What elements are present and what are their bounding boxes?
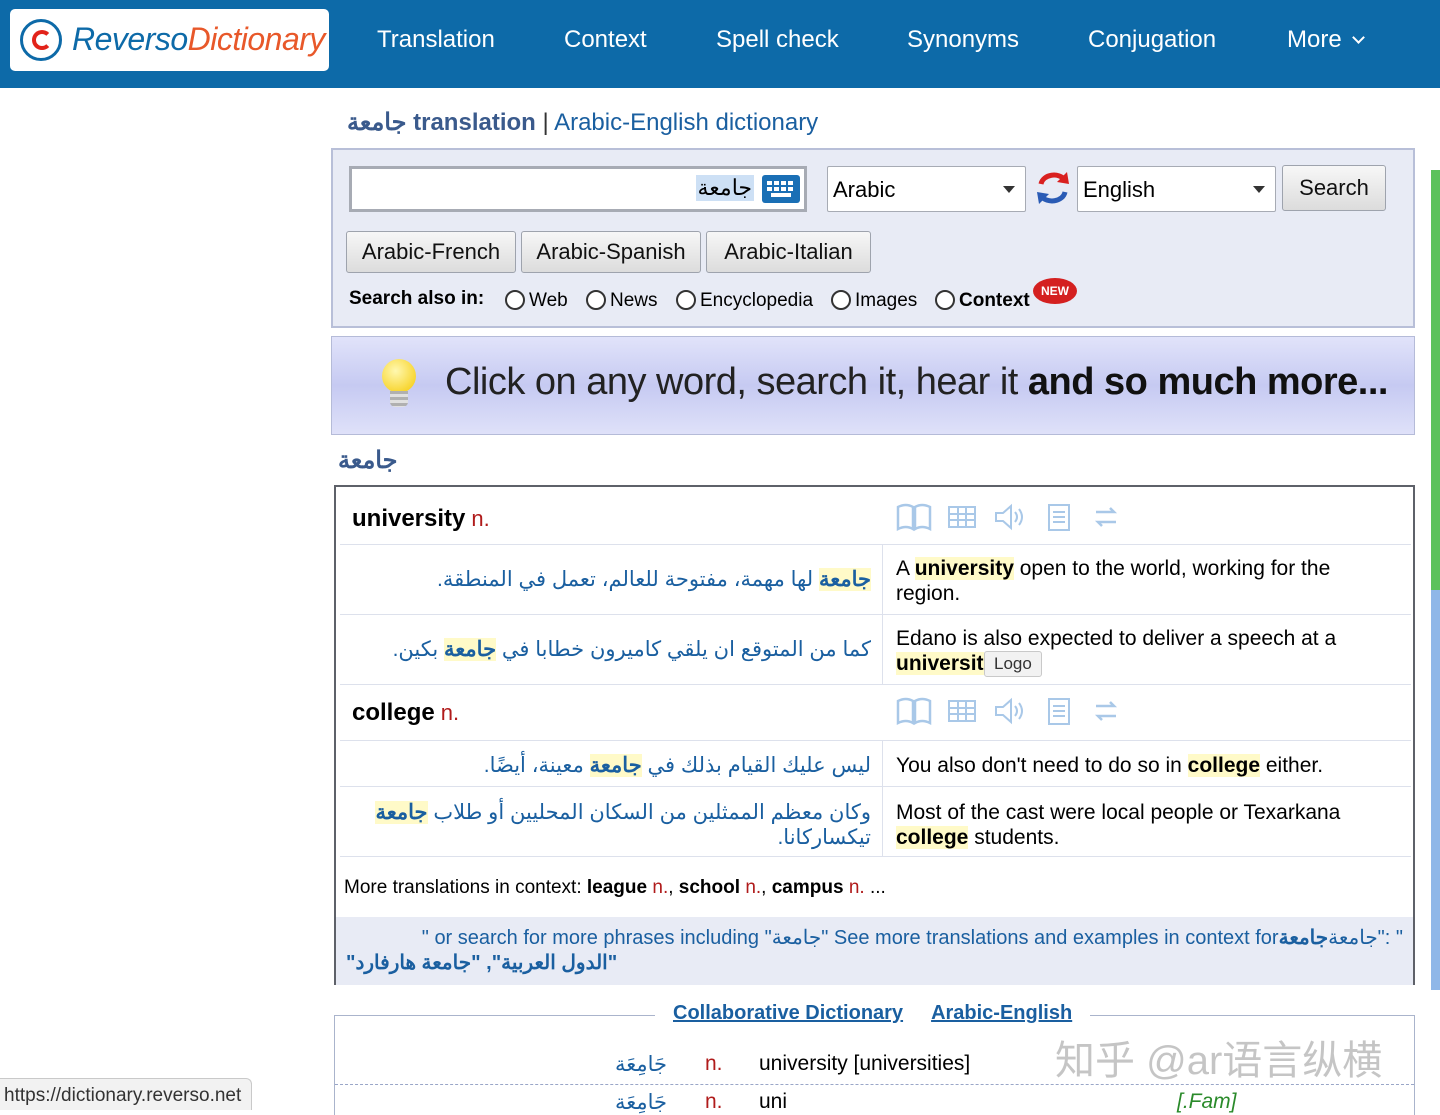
english-example[interactable]: Most of the cast were local people or Te… xyxy=(896,800,1366,850)
radio-news[interactable]: News xyxy=(586,290,658,312)
search-input[interactable]: جامعة xyxy=(349,166,807,212)
arabic-example[interactable]: جامعة لها مهمة، مفتوحة للعالم، تعمل في ا… xyxy=(351,567,871,592)
sense-header-row: college n. xyxy=(340,685,1411,741)
radio-circle[interactable] xyxy=(676,290,696,310)
entry-headword: جامعة xyxy=(338,447,398,474)
radio-encyclopedia[interactable]: Encyclopedia xyxy=(676,290,813,312)
sense-tools xyxy=(896,502,1132,537)
swap-languages-icon[interactable] xyxy=(1033,168,1073,208)
english-example[interactable]: Edano is also expected to deliver a spee… xyxy=(896,626,1366,676)
pair-arabic-italian[interactable]: Arabic-Italian xyxy=(706,231,871,273)
arabic-example[interactable]: كما من المتوقع ان يلقي كاميرون خطابا في … xyxy=(351,637,871,662)
sense-word[interactable]: college n. xyxy=(352,699,459,727)
logo-text: ReversoDictionary xyxy=(72,21,325,57)
example-row: كما من المتوقع ان يلقي كاميرون خطابا في … xyxy=(340,615,1411,685)
page-title: جامعة translation | Arabic-English dicti… xyxy=(347,109,819,136)
radio-circle[interactable] xyxy=(935,290,955,310)
example-row: وكان معظم الممثلين من السكان المحليين أو… xyxy=(340,787,1411,857)
nav-conjugation[interactable]: Conjugation xyxy=(1088,26,1216,54)
dropdown-arrow-icon xyxy=(1253,186,1265,193)
more-link-campus[interactable]: campus xyxy=(772,877,844,898)
table-icon[interactable] xyxy=(946,502,978,532)
reverso-logo[interactable]: ReversoDictionary xyxy=(10,9,329,71)
radio-circle[interactable] xyxy=(831,290,851,310)
nav-context[interactable]: Context xyxy=(564,26,647,54)
book-icon[interactable] xyxy=(896,502,932,532)
more-link-league[interactable]: league xyxy=(587,877,647,898)
watermark: 知乎 @ar语言纵横 xyxy=(1055,1039,1383,1083)
swap-icon[interactable] xyxy=(1090,502,1122,532)
dropdown-arrow-icon xyxy=(1003,186,1015,193)
speaker-icon[interactable] xyxy=(993,502,1029,532)
sense-header-row: university n. xyxy=(340,491,1411,545)
notes-icon[interactable] xyxy=(1043,502,1075,532)
speaker-icon[interactable] xyxy=(993,696,1029,726)
see-more-context[interactable]: " :"جامعةجامعةSee more translations and … xyxy=(336,917,1413,985)
nav-synonyms[interactable]: Synonyms xyxy=(907,26,1019,54)
collab-title[interactable]: Collaborative Dictionary Arabic-English xyxy=(655,1002,1091,1025)
pair-arabic-spanish[interactable]: Arabic-Spanish xyxy=(521,231,701,273)
search-button[interactable]: Search xyxy=(1282,165,1386,211)
search-also-label: Search also in: xyxy=(349,288,485,309)
scrollbar-track[interactable] xyxy=(1431,590,1440,990)
swap-icon[interactable] xyxy=(1090,696,1122,726)
radio-context[interactable]: Context xyxy=(935,290,1030,312)
see-more-phrases[interactable]: "الدول العربية", "جامعة هارفارد" xyxy=(346,950,1403,975)
logo-icon xyxy=(20,19,62,61)
sense-word[interactable]: university n. xyxy=(352,505,490,533)
example-row: جامعة لها مهمة، مفتوحة للعالم، تعمل في ا… xyxy=(340,545,1411,615)
scrollbar[interactable] xyxy=(1431,170,1440,590)
search-input-value: جامعة xyxy=(695,175,754,201)
see-more-line[interactable]: " :"جامعةجامعةSee more translations and … xyxy=(346,925,1403,950)
notes-icon[interactable] xyxy=(1043,696,1075,726)
radio-circle[interactable] xyxy=(505,290,525,310)
radio-images[interactable]: Images xyxy=(831,290,917,312)
tooltip: Logo xyxy=(984,651,1042,677)
arabic-example[interactable]: ليس عليك القيام بذلك في جامعة معينة، أيض… xyxy=(351,753,871,778)
banner-text: Click on any word, search it, hear it an… xyxy=(445,361,1388,403)
example-row: ليس عليك القيام بذلك في جامعة معينة، أيض… xyxy=(340,741,1411,787)
new-badge: NEW xyxy=(1033,278,1077,304)
source-language-select[interactable]: Arabic xyxy=(827,166,1026,212)
top-navbar: ReversoDictionary Translation Context Sp… xyxy=(0,0,1440,88)
english-example[interactable]: You also don't need to do so in college … xyxy=(896,753,1366,778)
more-link-school[interactable]: school xyxy=(679,877,740,898)
english-example[interactable]: A university open to the world, working … xyxy=(896,556,1366,606)
more-translations: More translations in context: league n.,… xyxy=(344,877,886,898)
dictionary-entry-box: university n. جامعة لها مهمة، مفتوحة للعا… xyxy=(334,485,1415,985)
status-bar-url: https://dictionary.reverso.net xyxy=(0,1078,253,1110)
radio-circle[interactable] xyxy=(586,290,606,310)
nav-more[interactable]: More xyxy=(1287,26,1365,54)
book-icon[interactable] xyxy=(896,696,932,726)
lightbulb-icon xyxy=(380,359,418,411)
arabic-example[interactable]: وكان معظم الممثلين من السكان المحليين أو… xyxy=(351,800,871,850)
chevron-down-icon xyxy=(1351,31,1365,44)
search-panel: جامعة Arabic English Search Arabic-Frenc… xyxy=(331,148,1415,328)
table-icon[interactable] xyxy=(946,696,978,726)
nav-translation[interactable]: Translation xyxy=(377,26,495,54)
promo-banner[interactable]: Click on any word, search it, hear it an… xyxy=(331,336,1415,435)
pair-arabic-french[interactable]: Arabic-French xyxy=(346,231,516,273)
target-language-select[interactable]: English xyxy=(1077,166,1276,212)
sense-tools xyxy=(896,696,1132,731)
keyboard-icon[interactable] xyxy=(762,175,800,203)
nav-spell-check[interactable]: Spell check xyxy=(716,26,839,54)
radio-web[interactable]: Web xyxy=(505,290,568,312)
